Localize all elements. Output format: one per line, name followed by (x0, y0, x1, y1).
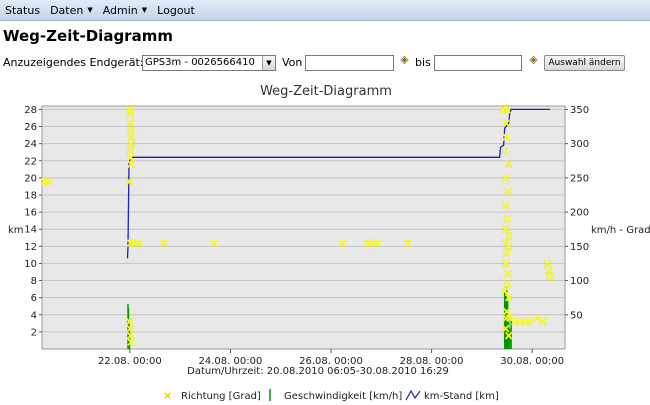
left-tick-label: 14 (24, 225, 37, 236)
legend-richtung-marker: × (163, 389, 172, 402)
change-selection-button[interactable]: Auswahl ändern (544, 55, 625, 71)
richtung-point: × (209, 236, 219, 250)
chevron-down-icon: ▼ (87, 6, 93, 14)
x-tick-label: 22.08. 00:00 (98, 356, 162, 367)
to-label: bis (415, 56, 431, 69)
chevron-down-icon: ▼ (141, 6, 148, 14)
menu-daten-label: Daten (50, 3, 84, 17)
menu-logout-label: Logout (157, 3, 195, 17)
from-date-input[interactable] (305, 55, 394, 71)
chevron-down-icon: ▼ (262, 56, 275, 70)
richtung-point: × (545, 270, 555, 284)
richtung-point: × (538, 315, 548, 329)
device-label: Anzuzeigendes Endgerät: (3, 56, 144, 69)
left-tick-label: 12 (24, 242, 37, 253)
plot-area (41, 105, 566, 350)
richtung-point: × (504, 328, 514, 342)
left-axis-ticks: 246810121416182022242628 (24, 105, 42, 338)
left-tick-label: 16 (24, 208, 37, 219)
richtung-point: × (501, 171, 511, 185)
x-axis-title: Datum/Uhrzeit: 20.08.2010 06:05-30.08.20… (187, 366, 449, 377)
filter-row: Anzuzeigendes Endgerät: GPS3m - 00265664… (3, 54, 643, 72)
menu-bar: Status Daten ▼ Admin ▼ Logout (0, 0, 650, 21)
richtung-point: × (43, 174, 53, 188)
menu-status-label: Status (5, 3, 41, 17)
left-tick-label: 6 (31, 293, 37, 304)
right-axis-title: km/h - Grad (591, 225, 650, 236)
richtung-point: × (502, 102, 512, 116)
right-tick-label: 150 (570, 242, 589, 253)
richtung-point: × (372, 236, 382, 250)
left-tick-label: 18 (24, 190, 37, 201)
right-tick-label: 250 (570, 173, 589, 184)
left-tick-label: 4 (31, 310, 37, 321)
left-axis-title: km (8, 225, 24, 236)
calendar-icon[interactable]: ◈ (398, 54, 411, 66)
device-select-value: GPS3m - 0026566410 (145, 57, 255, 68)
left-tick-label: 10 (24, 259, 37, 270)
left-tick-label: 26 (24, 122, 37, 133)
device-select[interactable]: GPS3m - 0026566410 ▼ (142, 55, 276, 71)
menu-logout[interactable]: Logout (157, 4, 195, 17)
legend-geschwindigkeit-label: Geschwindigkeit [km/h] (284, 391, 402, 402)
menu-status[interactable]: Status (5, 4, 40, 17)
legend-km-stand-label: km-Stand [km] (424, 391, 499, 402)
right-tick-label: 50 (570, 310, 583, 321)
x-axis-ticks: 22.08. 00:00 24.08. 00:00 26.08. 00:00 28.0… (98, 349, 564, 367)
calendar-icon[interactable]: ◈ (527, 54, 540, 66)
richtung-point: × (126, 157, 136, 171)
richtung-point: × (504, 291, 514, 305)
richtung-point: × (337, 236, 347, 250)
left-tick-label: 2 (31, 327, 37, 338)
left-tick-label: 8 (31, 276, 37, 287)
page-title: Weg-Zeit-Diagramm (3, 27, 173, 45)
richtung-point: × (501, 130, 511, 144)
right-tick-label: 350 (570, 105, 589, 116)
chart-title: Weg-Zeit-Diagramm (260, 84, 392, 99)
right-tick-label: 300 (570, 139, 589, 150)
richtung-point: × (126, 335, 136, 349)
menu-admin[interactable]: Admin ▼ (103, 4, 147, 17)
to-date-input[interactable] (434, 55, 522, 71)
richtung-point: × (500, 143, 510, 157)
richtung-point: × (134, 236, 144, 250)
x-tick-label: 30.08. 00:00 (500, 356, 564, 367)
left-tick-label: 28 (24, 105, 37, 116)
richtung-point: × (124, 174, 134, 188)
richtung-point: × (403, 236, 413, 250)
left-tick-label: 24 (24, 139, 37, 150)
menu-admin-label: Admin (102, 3, 138, 17)
richtung-point: × (159, 236, 169, 250)
legend-richtung-label: Richtung [Grad] (181, 391, 261, 402)
right-axis-ticks: 50 100 150 200 250 300 350 (565, 105, 589, 321)
left-tick-label: 22 (24, 156, 37, 167)
richtung-point: × (503, 185, 513, 199)
weg-zeit-chart: Weg-Zeit-Diagramm 2468101214161820222426… (8, 84, 650, 402)
right-tick-label: 200 (570, 208, 589, 219)
legend: × Richtung [Grad] Geschwindigkeit [km/h]… (163, 389, 499, 402)
left-tick-label: 20 (24, 173, 37, 184)
right-tick-label: 100 (570, 276, 589, 287)
richtung-point: × (501, 198, 511, 212)
richtung-point: × (501, 116, 511, 130)
legend-km-stand-marker (405, 389, 421, 401)
menu-daten[interactable]: Daten ▼ (50, 4, 93, 17)
richtung-point: × (504, 157, 514, 171)
from-label: Von (282, 56, 303, 69)
